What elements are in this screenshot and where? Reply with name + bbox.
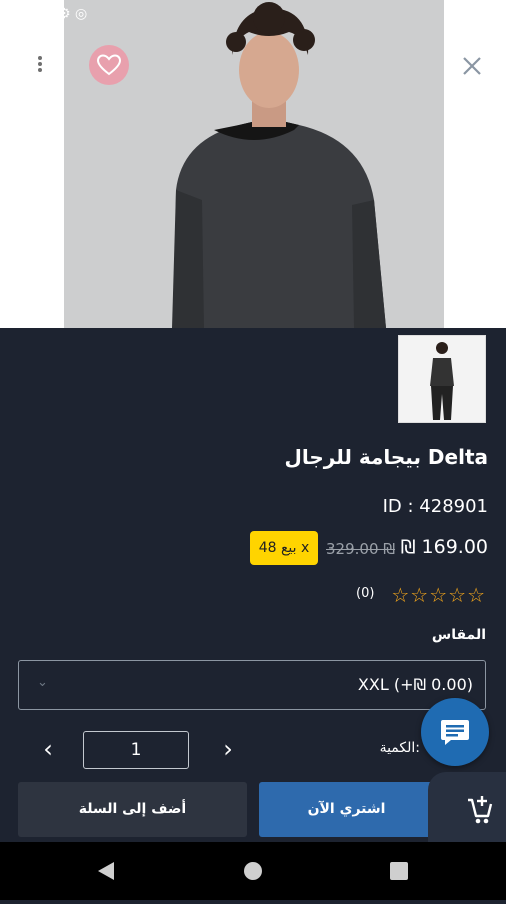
close-icon[interactable] — [456, 50, 488, 82]
cart-add-icon — [468, 796, 493, 824]
back-icon[interactable] — [98, 862, 114, 880]
heart-icon — [96, 54, 122, 76]
status-icons: ⚙ ◎ — [58, 6, 88, 22]
size-select[interactable]: ⌄ XXL (+₪ 0.00) — [18, 660, 486, 710]
chat-icon — [441, 720, 469, 745]
cart-button[interactable] — [428, 772, 506, 842]
quantity-label: الكمية: — [379, 740, 420, 756]
product-title: Delta بيجامة للرجال — [284, 445, 488, 469]
home-icon[interactable] — [244, 862, 262, 880]
buy-now-button[interactable]: اشتري الآن — [259, 782, 434, 837]
system-navigation-bar — [0, 842, 506, 900]
size-label: المقاس — [431, 627, 486, 643]
favorite-button[interactable] — [89, 45, 129, 85]
quantity-increase-button[interactable]: › — [216, 732, 240, 766]
product-thumbnail[interactable] — [398, 335, 486, 423]
add-to-cart-button[interactable]: أضف إلى السلة — [18, 782, 247, 837]
size-selected-value: XXL (+₪ 0.00) — [357, 675, 473, 694]
rating-stars[interactable]: ☆☆☆☆☆ — [391, 583, 486, 607]
recents-icon[interactable] — [390, 862, 408, 880]
chevron-down-icon: ⌄ — [37, 675, 48, 690]
reviews-count: (0) — [356, 586, 375, 601]
chat-button[interactable] — [421, 698, 489, 766]
sale-badge: بيع 48 x — [250, 531, 318, 565]
product-price: ₪ 169.00 — [400, 536, 488, 558]
product-old-price: 329.00 ₪ — [326, 540, 396, 558]
more-vertical-icon[interactable] — [30, 54, 50, 76]
product-id: ID : 428901 — [382, 496, 488, 517]
quantity-input[interactable]: 1 — [83, 731, 189, 769]
quantity-decrease-button[interactable]: ‹ — [36, 732, 60, 766]
